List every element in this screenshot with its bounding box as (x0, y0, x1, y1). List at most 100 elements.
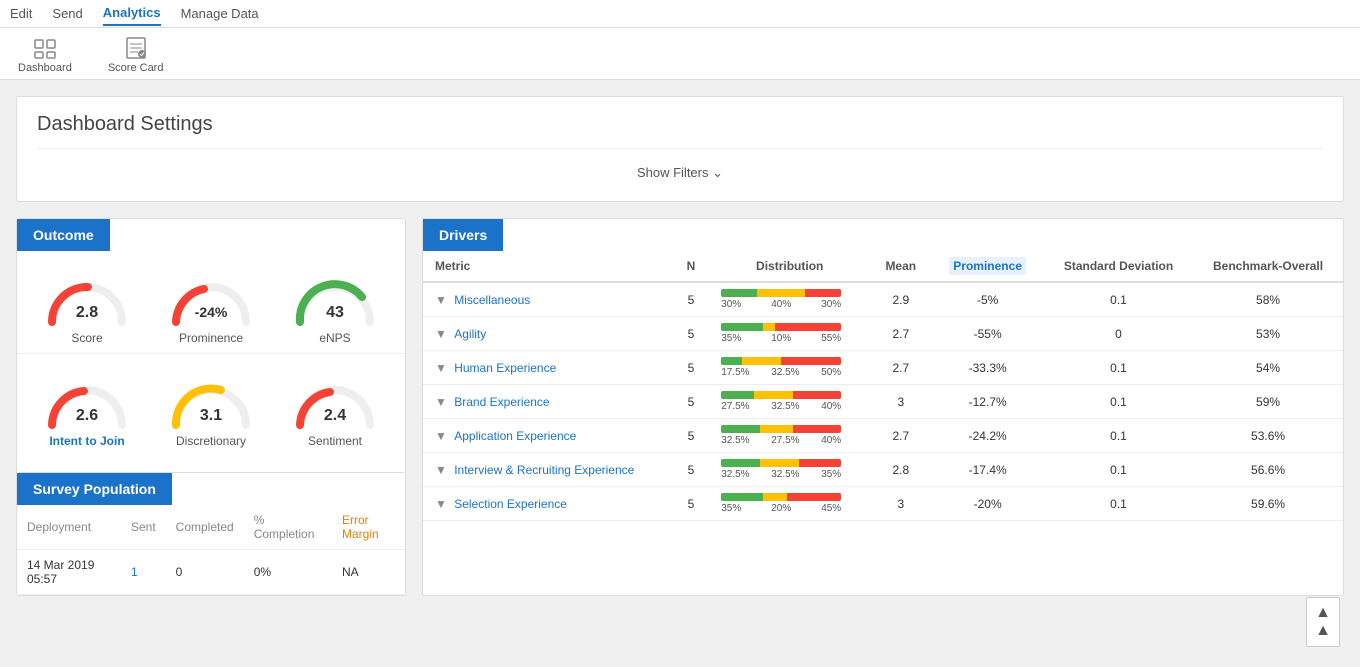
intent-label: Intent to Join (49, 434, 124, 448)
row-chevron[interactable]: ▼ (435, 361, 450, 375)
row-chevron[interactable]: ▼ (435, 327, 450, 341)
sentiment-gauge: 2.4 Sentiment (280, 370, 390, 448)
svg-text:2.6: 2.6 (76, 407, 98, 424)
n-cell: 5 (673, 419, 710, 453)
survey-sent[interactable]: 1 (121, 550, 166, 595)
distribution-bar (721, 425, 841, 433)
svg-text:3.1: 3.1 (200, 407, 222, 424)
prominence-cell: -55% (931, 317, 1044, 351)
std-dev-cell: 0.1 (1044, 282, 1193, 317)
metric-link[interactable]: Human Experience (454, 361, 556, 375)
dashboard-settings-title: Dashboard Settings (37, 113, 1323, 149)
bottom-gauges-row: 2.6 Intent to Join 3.1 Discretionary (17, 354, 405, 456)
n-cell: 5 (673, 317, 710, 351)
prominence-gauge: -24% Prominence (156, 267, 266, 345)
metric-link[interactable]: Miscellaneous (454, 293, 530, 307)
std-dev-cell: 0.1 (1044, 385, 1193, 419)
intent-gauge: 2.6 Intent to Join (32, 370, 142, 448)
metric-name-cell: ▼ Human Experience (423, 351, 673, 385)
scroll-up-button[interactable]: ▲▲ (1306, 597, 1340, 647)
mean-cell: 2.7 (870, 351, 931, 385)
mean-cell: 2.9 (870, 282, 931, 317)
distribution-cell: 30%40%30% (709, 282, 870, 317)
mean-cell: 3 (870, 487, 931, 521)
survey-pct: 0% (244, 550, 332, 595)
n-cell: 5 (673, 453, 710, 487)
std-dev-cell: 0.1 (1044, 453, 1193, 487)
sentiment-label: Sentiment (308, 434, 362, 448)
metric-link[interactable]: Agility (454, 327, 486, 341)
drivers-row: ▼ Miscellaneous530%40%30%2.9-5%0.158% (423, 282, 1343, 317)
row-chevron[interactable]: ▼ (435, 429, 450, 443)
row-chevron[interactable]: ▼ (435, 497, 450, 511)
row-chevron[interactable]: ▼ (435, 463, 450, 477)
prominence-cell: -24.2% (931, 419, 1044, 453)
nav-analytics[interactable]: Analytics (103, 1, 161, 26)
scorecard-icon (122, 34, 150, 62)
benchmark-cell: 53.6% (1193, 419, 1343, 453)
mean-cell: 2.7 (870, 317, 931, 351)
survey-population-panel: Survey Population Deployment Sent Comple… (17, 472, 405, 595)
row-chevron[interactable]: ▼ (435, 293, 450, 307)
col-distribution: Distribution (709, 251, 870, 282)
distribution-cell: 27.5%32.5%40% (709, 385, 870, 419)
scorecard-toolbar-item[interactable]: Score Card (100, 30, 172, 78)
distribution-labels: 17.5%32.5%50% (721, 367, 841, 378)
col-error: Error Margin (332, 505, 405, 550)
distribution-labels: 32.5%27.5%40% (721, 435, 841, 446)
row-chevron[interactable]: ▼ (435, 395, 450, 409)
nav-edit[interactable]: Edit (10, 2, 32, 25)
top-gauges-row: 2.8 Score -24% Prominence (17, 251, 405, 353)
survey-table: Deployment Sent Completed % Completion E… (17, 505, 405, 595)
main-content: Dashboard Settings Show Filters ⌄ Outcom… (0, 80, 1360, 612)
metric-link[interactable]: Selection Experience (454, 497, 567, 511)
col-benchmark: Benchmark-Overall (1193, 251, 1343, 282)
distribution-bar (721, 357, 841, 365)
distribution-labels: 35%20%45% (721, 503, 841, 514)
discretionary-gauge-svg: 3.1 (166, 370, 256, 430)
dashboard-toolbar-item[interactable]: Dashboard (10, 30, 80, 78)
col-metric: Metric (423, 251, 673, 282)
col-pct: % Completion (244, 505, 332, 550)
show-filters-button[interactable]: Show Filters ⌄ (37, 161, 1323, 185)
prominence-cell: -33.3% (931, 351, 1044, 385)
enps-gauge: 43 eNPS (280, 267, 390, 345)
metric-link[interactable]: Interview & Recruiting Experience (454, 463, 634, 477)
prominence-cell: -12.7% (931, 385, 1044, 419)
distribution-cell: 32.5%27.5%40% (709, 419, 870, 453)
metric-link[interactable]: Brand Experience (454, 395, 549, 409)
col-mean: Mean (870, 251, 931, 282)
score-gauge: 2.8 Score (32, 267, 142, 345)
std-dev-cell: 0.1 (1044, 487, 1193, 521)
n-cell: 5 (673, 351, 710, 385)
content-row: Outcome 2.8 Score (16, 218, 1344, 596)
metric-name-cell: ▼ Selection Experience (423, 487, 673, 521)
distribution-bar (721, 323, 841, 331)
distribution-cell: 35%20%45% (709, 487, 870, 521)
discretionary-label: Discretionary (176, 434, 246, 448)
distribution-bar (721, 289, 841, 297)
benchmark-cell: 59.6% (1193, 487, 1343, 521)
intent-gauge-svg: 2.6 (42, 370, 132, 430)
std-dev-cell: 0.1 (1044, 351, 1193, 385)
prominence-label: Prominence (179, 331, 243, 345)
enps-gauge-svg: 43 (290, 267, 380, 327)
survey-population-header: Survey Population (17, 473, 172, 505)
col-sent: Sent (121, 505, 166, 550)
drivers-row: ▼ Human Experience517.5%32.5%50%2.7-33.3… (423, 351, 1343, 385)
scorecard-label: Score Card (108, 62, 164, 74)
metric-name-cell: ▼ Brand Experience (423, 385, 673, 419)
survey-error: NA (332, 550, 405, 595)
drivers-table: Metric N Distribution Mean Prominence St… (423, 251, 1343, 521)
nav-manage-data[interactable]: Manage Data (181, 2, 259, 25)
distribution-labels: 27.5%32.5%40% (721, 401, 841, 412)
std-dev-cell: 0 (1044, 317, 1193, 351)
mean-cell: 2.8 (870, 453, 931, 487)
outcome-panel: Outcome 2.8 Score (16, 218, 406, 596)
col-n: N (673, 251, 710, 282)
metric-link[interactable]: Application Experience (454, 429, 576, 443)
dashboard-icon (31, 34, 59, 62)
nav-send[interactable]: Send (52, 2, 82, 25)
distribution-bar (721, 493, 841, 501)
metric-name-cell: ▼ Interview & Recruiting Experience (423, 453, 673, 487)
